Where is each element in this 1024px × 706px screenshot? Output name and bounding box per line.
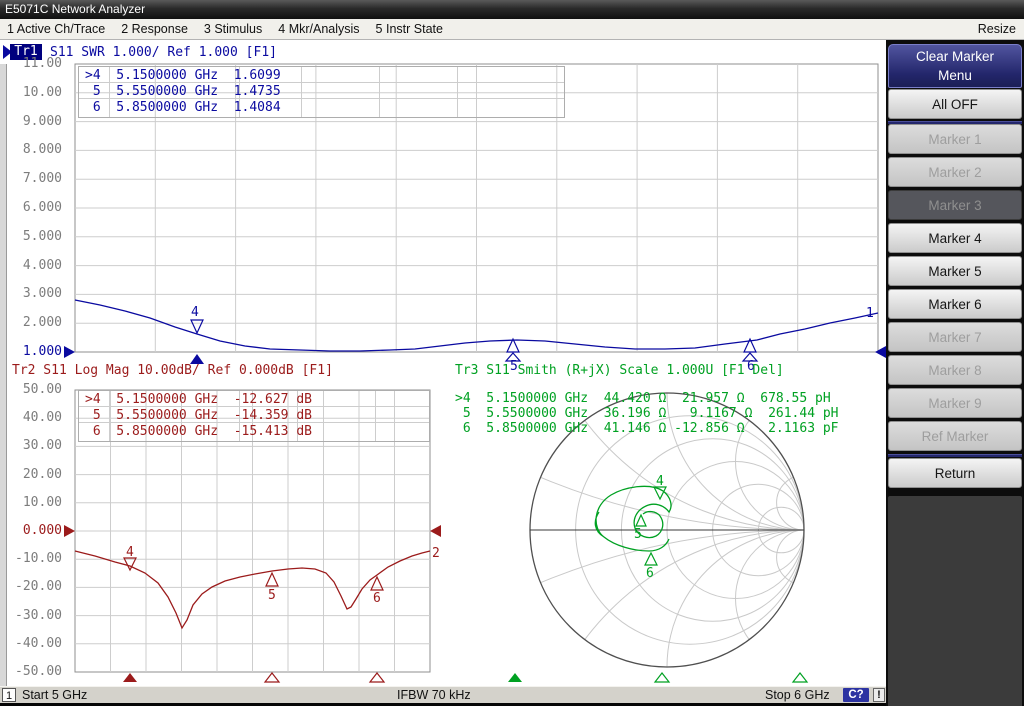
menu-response[interactable]: 2 Response [121, 22, 188, 36]
tr3-marker-row: >4 5.1500000 GHz 44.420 Ω 21.957 Ω 678.5… [455, 391, 831, 406]
tr2-header: Tr2 S11 Log Mag 10.00dB/ Ref 0.000dB [F1… [12, 363, 333, 378]
tr3-marker6-digit: 6 [646, 566, 654, 581]
softkey-separator [888, 454, 1022, 457]
tr2-ytick: 20.00 [2, 467, 62, 482]
stop-frequency-label[interactable]: Stop 6 GHz [765, 688, 830, 702]
softkey-return[interactable]: Return [888, 458, 1022, 488]
tr2-ref-level-label: 0.000 [2, 523, 62, 538]
tr2-marker5-digit: 5 [268, 588, 276, 603]
app-window: E5071C Network Analyzer 1 Active Ch/Trac… [0, 0, 1024, 706]
softkey-all-off[interactable]: All OFF [888, 89, 1022, 119]
tr2-ytick: 30.00 [2, 438, 62, 453]
tr2-marker6-digit: 6 [373, 591, 381, 606]
tr1-marker-row: 5 5.5500000 GHz 1.4735 [79, 83, 564, 99]
tr1-ytick: 7.000 [2, 171, 62, 186]
tr2-ytick: 40.00 [2, 410, 62, 425]
alert-badge: ! [873, 688, 885, 702]
tr3-marker-row: 5 5.5500000 GHz 36.196 Ω 9.1167 Ω 261.44… [455, 406, 839, 421]
tr2-marker-row: 6 5.8500000 GHz -15.413 dB [79, 423, 429, 439]
tr1-ytick: 6.000 [2, 200, 62, 215]
tr1-ytick: 5.000 [2, 229, 62, 244]
menu-active-ch-trace[interactable]: 1 Active Ch/Trace [7, 22, 105, 36]
tr1-marker-table: >4 5.1500000 GHz 1.6099 5 5.5500000 GHz … [78, 66, 565, 118]
tr1-ytick: 3.000 [2, 286, 62, 301]
tr2-marker-row: 5 5.5500000 GHz -14.359 dB [79, 407, 429, 423]
status-bar: 1 Start 5 GHz IFBW 70 kHz Stop 6 GHz C? … [0, 686, 886, 703]
tr2-ytick: -10.00 [2, 551, 62, 566]
menu-bar: 1 Active Ch/Trace 2 Response 3 Stimulus … [0, 19, 1024, 40]
tr2-trace-number: 2 [432, 546, 440, 561]
tr1-ytick: 4.000 [2, 258, 62, 273]
tr3-marker5-digit: 5 [634, 527, 642, 542]
calibration-status-badge: C? [843, 688, 869, 702]
softkey-marker-1: Marker 1 [888, 124, 1022, 154]
tr1-marker4-digit: 4 [191, 305, 199, 320]
tr1-ytick: 8.000 [2, 142, 62, 157]
menu-mkr-analysis[interactable]: 4 Mkr/Analysis [278, 22, 359, 36]
softkey-marker-2: Marker 2 [888, 157, 1022, 187]
tr2-ytick: -20.00 [2, 579, 62, 594]
window-title: E5071C Network Analyzer [5, 2, 145, 16]
tr3-marker-row: 6 5.8500000 GHz 41.146 Ω -12.856 Ω 2.116… [455, 421, 839, 436]
tr2-marker4-digit: 4 [126, 545, 134, 560]
tr2-marker-row: >4 5.1500000 GHz -12.627 dB [79, 391, 429, 407]
softkey-marker-3[interactable]: Marker 3 [888, 190, 1022, 220]
ifbw-label[interactable]: IFBW 70 kHz [397, 688, 471, 702]
menu-stimulus[interactable]: 3 Stimulus [204, 22, 262, 36]
tr2-marker-table: >4 5.1500000 GHz -12.627 dB 5 5.5500000 … [78, 390, 430, 442]
tr2-ytick: 10.00 [2, 495, 62, 510]
tr2-ytick: -40.00 [2, 636, 62, 651]
softkey-ref-marker: Ref Marker [888, 421, 1022, 451]
softkey-menu-title: Clear Marker Menu [888, 44, 1022, 88]
start-frequency-label[interactable]: Start 5 GHz [22, 688, 87, 702]
tr1-trace-number: 1 [866, 306, 874, 321]
softkey-marker-8: Marker 8 [888, 355, 1022, 385]
softkey-marker-7: Marker 7 [888, 322, 1022, 352]
softkey-empty-panel [888, 496, 1022, 706]
softkey-marker-5[interactable]: Marker 5 [888, 256, 1022, 286]
menu-instr-state[interactable]: 5 Instr State [376, 22, 443, 36]
tr2-ytick: 50.00 [2, 382, 62, 397]
tr3-header: Tr3 S11 Smith (R+jX) Scale 1.000U [F1 De… [455, 363, 784, 378]
tr1-ytick: 2.000 [2, 315, 62, 330]
tr1-ref-level-label: 1.000 [2, 344, 62, 359]
menu-resize[interactable]: Resize [978, 19, 1016, 39]
tr1-ytick: 10.00 [2, 85, 62, 100]
tr1-ytick: 9.000 [2, 114, 62, 129]
tr2-ytick: -30.00 [2, 608, 62, 623]
softkey-marker-6[interactable]: Marker 6 [888, 289, 1022, 319]
tr1-marker-row: 6 5.8500000 GHz 1.4084 [79, 99, 564, 115]
tr3-marker4-digit: 4 [656, 474, 664, 489]
tr2-ytick: -50.00 [2, 664, 62, 679]
channel-indicator: 1 [2, 688, 16, 702]
tr1-marker-row: >4 5.1500000 GHz 1.6099 [79, 67, 564, 83]
softkey-marker-9: Marker 9 [888, 388, 1022, 418]
softkey-sidebar: Clear Marker Menu All OFF Marker 1 Marke… [886, 40, 1024, 706]
tr1-header: S11 SWR 1.000/ Ref 1.000 [F1] [50, 45, 277, 60]
softkey-marker-4[interactable]: Marker 4 [888, 223, 1022, 253]
tr1-ytick: 11.00 [2, 56, 62, 71]
title-bar[interactable]: E5071C Network Analyzer [0, 0, 1024, 19]
